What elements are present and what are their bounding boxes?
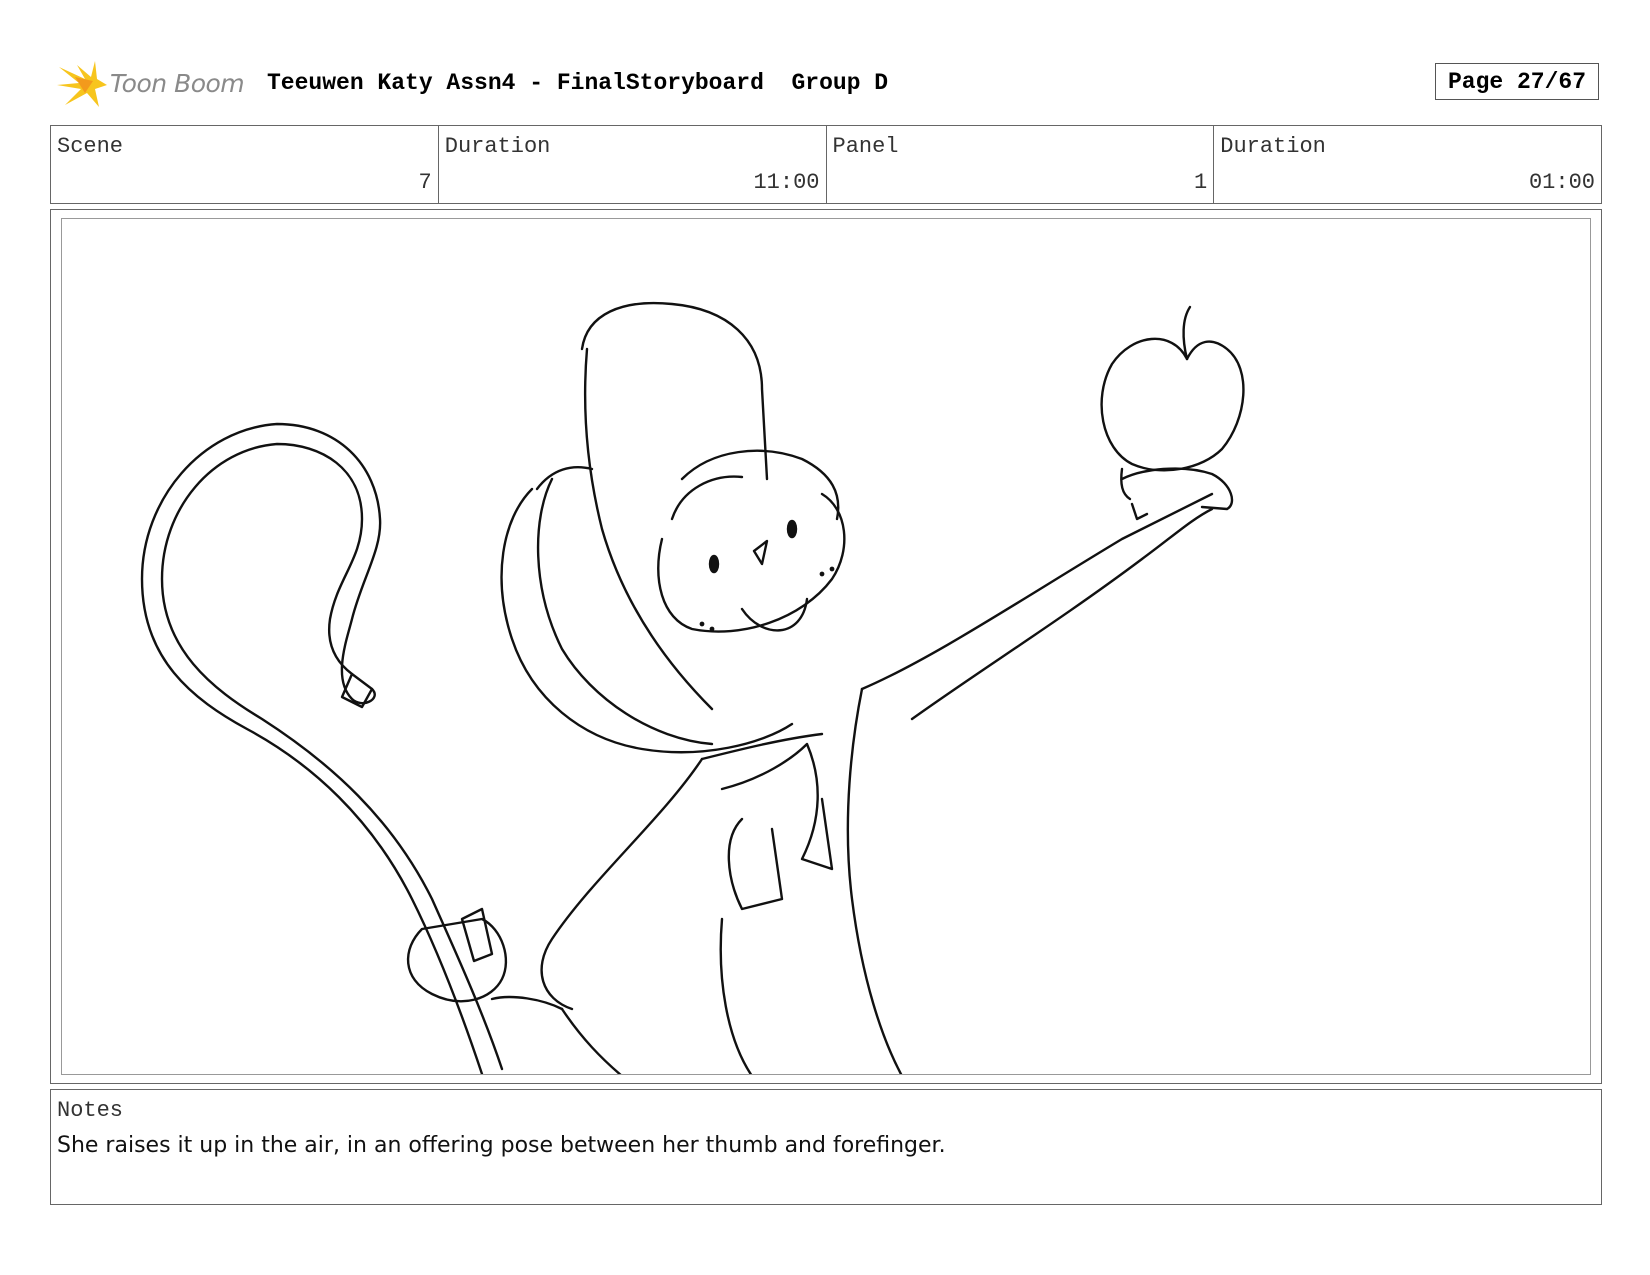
panel-value: 1	[1194, 170, 1208, 195]
character-sketch	[140, 301, 1245, 1074]
notes-text: She raises it up in the air, in an offer…	[57, 1133, 946, 1158]
panel-cell: Panel 1	[827, 126, 1215, 203]
shepherd-crook-sketch	[140, 422, 504, 1074]
panel-duration-value: 01:00	[1528, 170, 1595, 195]
logo-text: Toon Boom	[110, 69, 245, 98]
notes-label: Notes	[57, 1098, 124, 1123]
document-title: Teeuwen Katy Assn4 - FinalStoryboard Gro…	[267, 70, 889, 96]
apple-sketch	[1100, 305, 1245, 501]
scene-value: 7	[418, 170, 432, 195]
scene-duration-label: Duration	[444, 134, 551, 159]
scene-info-row: Scene 7 Duration 11:00 Panel 1 Duration …	[50, 125, 1602, 204]
character-body-sketch	[407, 467, 1234, 1074]
character-head-sketch	[500, 301, 846, 754]
panel-label: Panel	[832, 134, 899, 159]
scene-cell: Scene 7	[51, 126, 439, 203]
storyboard-panel-image	[61, 218, 1591, 1075]
scene-duration-value: 11:00	[753, 170, 820, 195]
panel-duration-cell: Duration 01:00	[1214, 126, 1601, 203]
header: Toon Boom Teeuwen Katy Assn4 - FinalStor…	[55, 55, 1605, 110]
storyboard-panel-frame	[50, 209, 1602, 1084]
scene-duration-cell: Duration 11:00	[439, 126, 827, 203]
toon-boom-logo: Toon Boom	[55, 59, 250, 111]
starburst-icon	[57, 61, 107, 107]
scene-label: Scene	[57, 134, 124, 159]
page-indicator: Page 27/67	[1435, 63, 1599, 100]
panel-duration-label: Duration	[1220, 134, 1326, 159]
notes-section: Notes She raises it up in the air, in an…	[50, 1089, 1602, 1205]
